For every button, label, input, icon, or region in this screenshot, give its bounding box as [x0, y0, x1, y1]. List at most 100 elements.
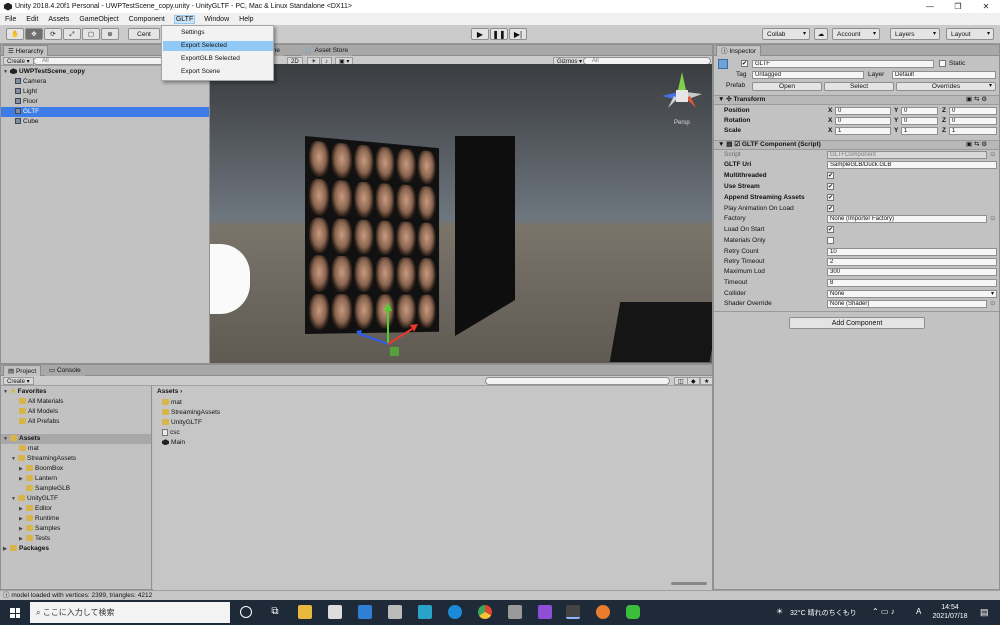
minimize-button[interactable]: —: [916, 0, 944, 13]
move-gizmo-icon[interactable]: [350, 299, 420, 363]
tab-asset-store[interactable]: 🛒 Asset Store: [301, 45, 353, 56]
scene-viewport[interactable]: Persp: [210, 64, 712, 363]
hierarchy-item-gltf[interactable]: GLTF: [1, 107, 209, 117]
file-item-csc[interactable]: csc: [162, 428, 180, 438]
menu-file[interactable]: File: [4, 16, 17, 23]
tree-item-lantern[interactable]: ▶ Lantern: [19, 474, 57, 484]
menu-help[interactable]: Help: [238, 16, 254, 23]
tag-dropdown[interactable]: Untagged: [752, 71, 864, 79]
prefab-overrides-dropdown[interactable]: Overrides: [896, 82, 996, 91]
orientation-gizmo-icon[interactable]: Persp: [656, 68, 708, 128]
shader-override-field[interactable]: None (Shader): [827, 300, 987, 308]
tab-hierarchy[interactable]: ☰ Hierarchy: [3, 45, 49, 56]
layer-dropdown[interactable]: Default: [892, 71, 996, 79]
chrome-icon[interactable]: [478, 605, 492, 619]
step-icon[interactable]: ▶|: [509, 28, 527, 40]
collab-dropdown[interactable]: Collab: [762, 28, 810, 40]
tree-item-unitygltf[interactable]: ▼ UnityGLTF: [11, 494, 58, 504]
play-icon[interactable]: ▶: [471, 28, 489, 40]
project-search-input[interactable]: [485, 377, 670, 385]
breadcrumb[interactable]: Assets ›: [157, 387, 182, 397]
clock[interactable]: 14:54 2021/07/18: [930, 603, 970, 621]
load-on-start-checkbox[interactable]: ✔: [827, 226, 834, 233]
object-picker-icon[interactable]: ⊙: [990, 299, 995, 309]
retry-count-field[interactable]: 10: [827, 248, 997, 256]
retry-timeout-field[interactable]: 2: [827, 258, 997, 266]
tab-project[interactable]: ▤ Project: [3, 365, 42, 376]
menu-component[interactable]: Component: [128, 16, 166, 23]
app-icon[interactable]: [508, 605, 522, 619]
play-animation-checkbox[interactable]: ✔: [827, 205, 834, 212]
file-explorer-icon[interactable]: [298, 605, 312, 619]
tree-item-runtime[interactable]: ▶ Runtime: [19, 514, 59, 524]
gltf-menu-export-selected[interactable]: Export Selected: [163, 41, 273, 51]
tree-item-mat[interactable]: mat: [19, 444, 39, 454]
max-lod-field[interactable]: 300: [827, 268, 997, 276]
use-stream-checkbox[interactable]: ✔: [827, 183, 834, 190]
favorite-item[interactable]: All Materials: [19, 397, 63, 407]
component-menu-icon[interactable]: ▣ ⇆ ⚙: [966, 95, 987, 105]
hierarchy-item-light[interactable]: Light: [15, 87, 37, 97]
append-streaming-checkbox[interactable]: ✔: [827, 194, 834, 201]
favorite-star-icon[interactable]: ★: [700, 377, 714, 385]
mail-icon[interactable]: [358, 605, 372, 619]
object-name-field[interactable]: GLTF: [752, 60, 934, 68]
pause-icon[interactable]: ❚❚: [490, 28, 508, 40]
account-dropdown[interactable]: Account: [832, 28, 880, 40]
rotation-z-field[interactable]: 0: [949, 117, 997, 125]
line-icon[interactable]: [626, 605, 640, 619]
filter-type-icon[interactable]: ◫: [674, 377, 688, 385]
scale-z-field[interactable]: 1: [949, 127, 997, 135]
transform-header[interactable]: ▼ ✣ Transform ▣ ⇆ ⚙: [714, 95, 999, 105]
rotation-y-field[interactable]: 0: [901, 117, 938, 125]
timeout-field[interactable]: 8: [827, 279, 997, 287]
app-icon[interactable]: [418, 605, 432, 619]
transform-tool-icon[interactable]: ⊕: [101, 28, 119, 40]
task-view-icon[interactable]: ⧉: [268, 605, 282, 619]
prefab-select-button[interactable]: Select: [824, 82, 894, 91]
multithreaded-checkbox[interactable]: ✔: [827, 172, 834, 179]
tree-item-sampleglb[interactable]: SampleGLB: [26, 484, 70, 494]
rotation-x-field[interactable]: 0: [835, 117, 891, 125]
menu-gltf[interactable]: GLTF: [173, 14, 196, 24]
tab-inspector[interactable]: ⓘ Inspector: [716, 45, 762, 56]
scale-y-field[interactable]: 1: [901, 127, 938, 135]
weather-text[interactable]: 32°C 晴れのちくもり: [790, 608, 857, 618]
hierarchy-item-floor[interactable]: Floor: [15, 97, 38, 107]
close-button[interactable]: ✕: [972, 0, 1000, 13]
position-y-field[interactable]: 0: [901, 107, 938, 115]
materials-only-checkbox[interactable]: [827, 237, 834, 244]
rotate-tool-icon[interactable]: ⟳: [44, 28, 62, 40]
tree-item-tests[interactable]: ▶ Tests: [19, 534, 50, 544]
assets-root-item[interactable]: ▼ Assets: [1, 434, 151, 444]
collider-dropdown[interactable]: None ▾: [827, 290, 997, 298]
tree-item-streamingassets[interactable]: ▼ StreamingAssets: [11, 454, 76, 464]
position-z-field[interactable]: 0: [949, 107, 997, 115]
menu-window[interactable]: Window: [203, 16, 230, 23]
prefab-open-button[interactable]: Open: [752, 82, 822, 91]
maximize-button[interactable]: ❐: [944, 0, 972, 13]
hierarchy-create-button[interactable]: Create ▾: [3, 57, 34, 65]
rect-tool-icon[interactable]: ▢: [82, 28, 100, 40]
cloud-icon[interactable]: ☁: [814, 28, 828, 40]
menu-edit[interactable]: Edit: [25, 16, 39, 23]
tree-item-samples[interactable]: ▶ Samples: [19, 524, 60, 534]
favorites-header[interactable]: ▼ ★ Favorites: [3, 387, 47, 397]
move-tool-icon[interactable]: ✥: [25, 28, 43, 40]
layers-dropdown[interactable]: Layers: [890, 28, 940, 40]
tree-item-editor[interactable]: ▶ Editor: [19, 504, 52, 514]
add-component-button[interactable]: Add Component: [789, 317, 925, 329]
app-icon[interactable]: [388, 605, 402, 619]
file-item-unitygltf[interactable]: UnityGLTF: [162, 418, 202, 428]
layout-dropdown[interactable]: Layout: [946, 28, 994, 40]
notification-icon[interactable]: ▤: [980, 607, 989, 618]
static-checkbox[interactable]: [939, 60, 946, 67]
object-picker-icon[interactable]: ⊙: [990, 150, 995, 160]
scale-tool-icon[interactable]: ⤢: [63, 28, 81, 40]
ime-indicator[interactable]: A: [916, 607, 921, 616]
unity-taskbar-icon[interactable]: [566, 605, 580, 619]
taskbar-search-box[interactable]: ⌕ ここに入力して検索: [30, 602, 230, 623]
project-create-button[interactable]: Create ▾: [3, 377, 34, 385]
tree-item-boombox[interactable]: ▶ BoomBox: [19, 464, 63, 474]
file-item-main[interactable]: Main: [162, 438, 185, 448]
